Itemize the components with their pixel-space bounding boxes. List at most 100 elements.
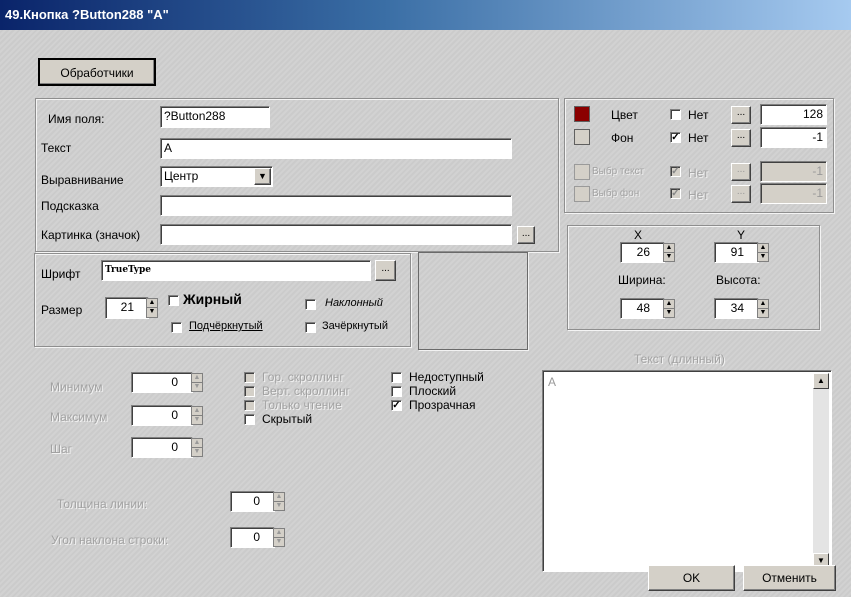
- max-input: 0: [131, 405, 193, 426]
- spin-up-icon[interactable]: ▲: [664, 300, 674, 309]
- bold-checkbox[interactable]: [168, 295, 179, 306]
- x-label: X: [634, 228, 643, 242]
- image-input[interactable]: [160, 224, 512, 245]
- ok-button[interactable]: OK: [648, 565, 735, 591]
- thickness-label: Толщина линии:: [57, 497, 148, 511]
- vscroll-label: Верт. скроллинг: [262, 384, 350, 398]
- angle-label: Угол наклона строки:: [51, 533, 169, 547]
- bg-label: Фон: [611, 131, 634, 145]
- color-browse-button[interactable]: ...: [731, 106, 751, 124]
- y-label: Y: [737, 228, 746, 242]
- spin-up-icon: ▲: [274, 529, 284, 538]
- thickness-spinner: ▲ ▼: [273, 492, 285, 511]
- color-value-input[interactable]: 128: [760, 104, 827, 125]
- size-input[interactable]: 21: [105, 297, 149, 319]
- spin-up-icon: ▲: [192, 374, 202, 383]
- window-title: 49.Кнопка ?Button288 "A": [5, 7, 169, 22]
- width-spinner[interactable]: ▲ ▼: [663, 299, 675, 318]
- align-select[interactable]: Центр ▼: [160, 166, 273, 187]
- bg-browse-button[interactable]: ...: [731, 129, 751, 147]
- sel-text-swatch: [574, 164, 590, 180]
- title-bar[interactable]: 49.Кнопка ?Button288 "A": [0, 0, 851, 30]
- x-spinner[interactable]: ▲ ▼: [663, 243, 675, 262]
- image-browse-button[interactable]: ...: [517, 226, 535, 244]
- height-input[interactable]: 34: [714, 298, 759, 319]
- flat-checkbox[interactable]: [391, 386, 402, 397]
- longtext-scrollbar[interactable]: ▲ ▼: [813, 373, 829, 569]
- size-label: Размер: [41, 303, 83, 317]
- spin-down-icon: ▼: [275, 501, 283, 509]
- position-group: [567, 225, 820, 330]
- color-none-label: Нет: [688, 108, 709, 122]
- chevron-down-icon[interactable]: ▼: [254, 168, 271, 185]
- width-input[interactable]: 48: [620, 298, 665, 319]
- handlers-button[interactable]: Обработчики: [38, 58, 156, 86]
- color-none-checkbox[interactable]: [670, 109, 681, 120]
- spin-down-icon: ▼: [193, 447, 201, 455]
- sel-bg-swatch: [574, 186, 590, 202]
- cancel-button[interactable]: Отменить: [743, 565, 836, 591]
- bg-value-input[interactable]: -1: [760, 127, 827, 148]
- max-label: Максимум: [50, 410, 108, 424]
- hidden-label: Скрытый: [262, 412, 313, 426]
- align-label: Выравнивание: [41, 173, 124, 187]
- sel-bg-none-checkbox: ✓: [670, 188, 681, 199]
- height-spinner[interactable]: ▲ ▼: [757, 299, 769, 318]
- spin-down-icon: ▼: [193, 415, 201, 423]
- sel-text-value-input: -1: [760, 161, 827, 182]
- text-input[interactable]: A: [160, 138, 512, 159]
- longtext-label: Текст (длинный): [634, 352, 725, 366]
- readonly-checkbox: [244, 400, 255, 411]
- min-label: Минимум: [50, 380, 103, 394]
- bold-label: Жирный: [183, 291, 242, 307]
- spin-up-icon[interactable]: ▲: [758, 300, 768, 309]
- spin-up-icon: ▲: [192, 407, 202, 416]
- angle-spinner: ▲ ▼: [273, 528, 285, 547]
- field-name-input[interactable]: ?Button288: [160, 106, 270, 128]
- spin-up-icon[interactable]: ▲: [147, 299, 157, 308]
- strike-checkbox[interactable]: [305, 322, 316, 333]
- spin-down-icon[interactable]: ▼: [758, 309, 768, 318]
- step-label: Шаг: [50, 442, 73, 456]
- sel-bg-browse-button: ...: [731, 185, 751, 203]
- bg-swatch[interactable]: [574, 129, 590, 145]
- spin-down-icon: ▼: [275, 537, 283, 545]
- bg-none-checkbox[interactable]: ✓: [670, 132, 681, 143]
- spin-down-icon[interactable]: ▼: [664, 253, 674, 262]
- image-label: Картинка (значок): [41, 228, 141, 242]
- x-input[interactable]: 26: [620, 242, 665, 263]
- spin-up-icon[interactable]: ▲: [758, 244, 768, 253]
- y-input[interactable]: 91: [714, 242, 759, 263]
- underline-checkbox[interactable]: [171, 322, 182, 333]
- min-spinner: ▲ ▼: [191, 373, 203, 392]
- font-input[interactable]: TrueType: [101, 260, 371, 281]
- sel-bg-none-label: Нет: [688, 188, 709, 202]
- color-swatch[interactable]: [574, 106, 590, 122]
- y-spinner[interactable]: ▲ ▼: [757, 243, 769, 262]
- dialog-window: 49.Кнопка ?Button288 "A" Обработчики Имя…: [0, 0, 851, 597]
- align-select-value: Центр: [164, 169, 199, 183]
- italic-checkbox[interactable]: [305, 299, 316, 310]
- spin-up-icon[interactable]: ▲: [664, 244, 674, 253]
- longtext-textarea[interactable]: A: [542, 370, 832, 572]
- spin-down-icon[interactable]: ▼: [758, 253, 768, 262]
- height-label: Высота:: [716, 273, 761, 287]
- spin-down-icon[interactable]: ▼: [664, 309, 674, 318]
- spin-down-icon[interactable]: ▼: [147, 308, 157, 317]
- disabled-checkbox[interactable]: [391, 372, 402, 383]
- hidden-checkbox[interactable]: [244, 414, 255, 425]
- step-spinner: ▲ ▼: [191, 438, 203, 457]
- step-input: 0: [131, 437, 193, 458]
- readonly-label: Только чтение: [262, 398, 342, 412]
- scroll-up-icon[interactable]: ▲: [813, 373, 829, 389]
- preview-box: [418, 252, 528, 350]
- transparent-checkbox[interactable]: ✓: [391, 400, 402, 411]
- min-input: 0: [131, 372, 193, 393]
- sel-text-label: Выбр текст: [592, 166, 645, 177]
- sel-bg-value-input: -1: [760, 183, 827, 204]
- size-spinner[interactable]: ▲ ▼: [146, 298, 158, 318]
- underline-label: Подчёркнутый: [189, 320, 263, 332]
- hint-input[interactable]: [160, 195, 512, 216]
- width-label: Ширина:: [618, 273, 666, 287]
- font-browse-button[interactable]: ...: [375, 260, 396, 281]
